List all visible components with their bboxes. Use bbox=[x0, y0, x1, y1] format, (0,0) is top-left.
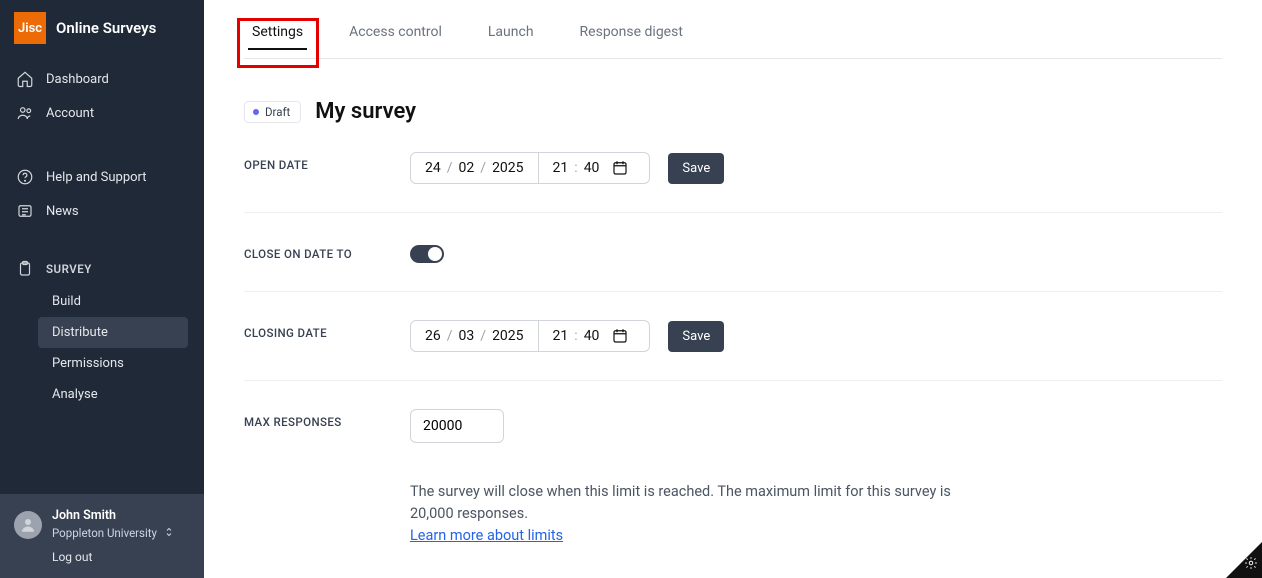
logout-link[interactable]: Log out bbox=[14, 550, 190, 564]
max-responses-input[interactable] bbox=[410, 409, 504, 443]
brand: Jisc Online Surveys bbox=[0, 0, 204, 56]
nav-news[interactable]: News bbox=[8, 194, 196, 228]
nav-survey-section: SURVEY Build Distribute Permissions Anal… bbox=[0, 234, 204, 410]
user-org: Poppleton University bbox=[52, 526, 157, 540]
close-hour[interactable]: 21 bbox=[549, 328, 573, 344]
close-minute[interactable]: 40 bbox=[580, 328, 604, 344]
open-year[interactable]: 2025 bbox=[488, 160, 527, 176]
open-month[interactable]: 02 bbox=[455, 160, 479, 176]
main: Settings Access control Launch Response … bbox=[204, 0, 1262, 578]
nav-distribute[interactable]: Distribute bbox=[38, 317, 188, 348]
nav-top: Dashboard Account bbox=[0, 56, 204, 136]
survey-header: Draft My survey bbox=[244, 99, 1222, 124]
learn-more-link[interactable]: Learn more about limits bbox=[410, 527, 563, 544]
nav-news-label: News bbox=[46, 204, 79, 219]
close-year[interactable]: 2025 bbox=[488, 328, 527, 344]
close-month[interactable]: 03 bbox=[455, 328, 479, 344]
tab-settings[interactable]: Settings bbox=[244, 10, 311, 58]
nav-analyse[interactable]: Analyse bbox=[38, 379, 188, 410]
nav-survey-header: SURVEY bbox=[8, 252, 196, 286]
calendar-icon[interactable] bbox=[603, 327, 639, 345]
tab-response-digest[interactable]: Response digest bbox=[572, 10, 691, 58]
tab-access-control[interactable]: Access control bbox=[341, 10, 450, 58]
brand-logo: Jisc bbox=[14, 12, 46, 44]
status-dot-icon bbox=[253, 109, 259, 115]
clipboard-icon bbox=[16, 260, 34, 278]
nav-dashboard-label: Dashboard bbox=[46, 72, 109, 87]
close-on-date-toggle[interactable] bbox=[410, 245, 444, 263]
open-hour[interactable]: 21 bbox=[549, 160, 573, 176]
nav-survey-label: SURVEY bbox=[46, 262, 92, 276]
user-name: John Smith bbox=[52, 508, 190, 523]
nav-account[interactable]: Account bbox=[8, 96, 196, 130]
open-date-input[interactable]: 24 / 02 / 2025 21 : 40 bbox=[410, 152, 650, 184]
nav-help[interactable]: Help and Support bbox=[8, 160, 196, 194]
save-closing-date-button[interactable]: Save bbox=[668, 321, 724, 352]
closing-date-input[interactable]: 26 / 03 / 2025 21 : 40 bbox=[410, 320, 650, 352]
row-max-responses: MAX RESPONSES The survey will close when… bbox=[244, 381, 1222, 574]
row-closing-date: CLOSING DATE 26 / 03 / 2025 21 : 40 Save bbox=[244, 292, 1222, 381]
toggle-knob-icon bbox=[428, 247, 442, 261]
row-open-date: OPEN DATE 24 / 02 / 2025 21 : 40 Save bbox=[244, 124, 1222, 213]
org-switch-icon[interactable] bbox=[163, 523, 175, 542]
open-day[interactable]: 24 bbox=[421, 160, 445, 176]
calendar-icon[interactable] bbox=[603, 159, 639, 177]
max-responses-label: MAX RESPONSES bbox=[244, 409, 410, 546]
page-title: My survey bbox=[315, 99, 416, 124]
sidebar: Jisc Online Surveys Dashboard Account He… bbox=[0, 0, 204, 578]
sidebar-footer: John Smith Poppleton University Log out bbox=[0, 494, 204, 578]
status-text: Draft bbox=[265, 105, 290, 119]
user-row: John Smith Poppleton University bbox=[14, 508, 190, 542]
close-toggle-label: CLOSE ON DATE TO bbox=[244, 241, 410, 263]
nav-dashboard[interactable]: Dashboard bbox=[8, 62, 196, 96]
max-responses-help: The survey will close when this limit is… bbox=[410, 481, 970, 546]
news-icon bbox=[16, 202, 34, 220]
open-date-label: OPEN DATE bbox=[244, 152, 410, 184]
closing-date-label: CLOSING DATE bbox=[244, 320, 410, 352]
open-minute[interactable]: 40 bbox=[580, 160, 604, 176]
status-badge: Draft bbox=[244, 101, 301, 123]
nav-help-label: Help and Support bbox=[46, 170, 147, 185]
close-day[interactable]: 26 bbox=[421, 328, 445, 344]
help-icon bbox=[16, 168, 34, 186]
users-icon bbox=[16, 104, 34, 122]
gear-icon[interactable] bbox=[1244, 555, 1258, 574]
brand-title: Online Surveys bbox=[56, 19, 156, 37]
save-open-date-button[interactable]: Save bbox=[668, 153, 724, 184]
row-close-toggle: CLOSE ON DATE TO bbox=[244, 213, 1222, 292]
avatar bbox=[14, 511, 42, 539]
nav-account-label: Account bbox=[46, 106, 94, 121]
home-icon bbox=[16, 70, 34, 88]
tabs: Settings Access control Launch Response … bbox=[244, 0, 1222, 59]
nav-survey-sub: Build Distribute Permissions Analyse bbox=[8, 286, 196, 410]
nav-build[interactable]: Build bbox=[38, 286, 188, 317]
nav-support: Help and Support News bbox=[0, 154, 204, 234]
tab-launch[interactable]: Launch bbox=[480, 10, 542, 58]
nav-permissions[interactable]: Permissions bbox=[38, 348, 188, 379]
